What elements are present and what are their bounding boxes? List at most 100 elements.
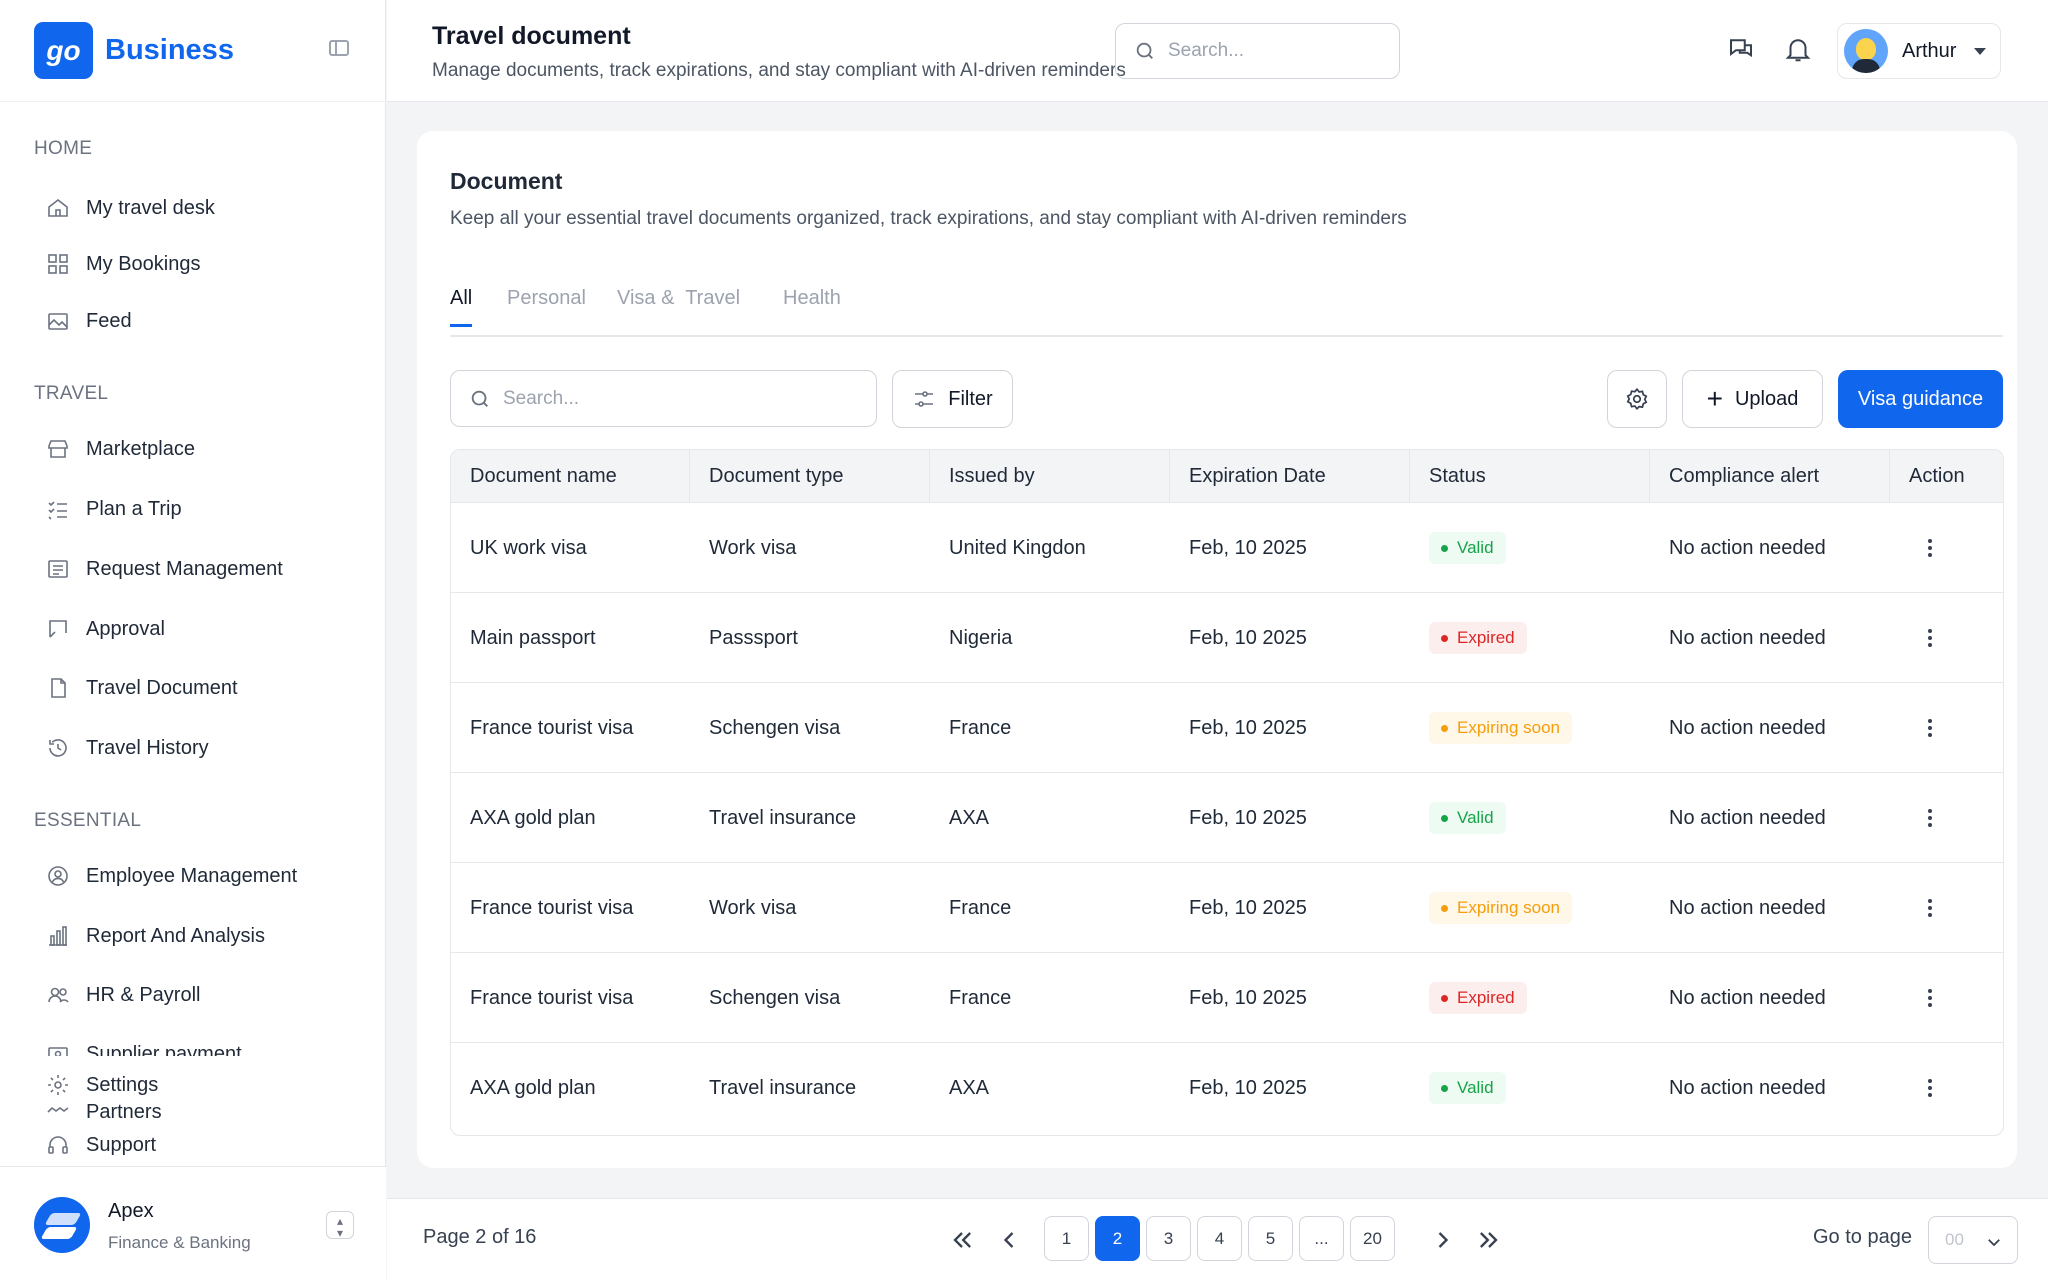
user-menu[interactable]: Arthur [1837,23,2001,79]
brand-logo[interactable]: go [34,22,93,79]
cell-issued-by: AXA [949,807,990,829]
sidebar-item-approval[interactable]: Approval [46,611,165,647]
cell-issued-by: Nigeria [949,627,1013,649]
user-name: Arthur [1902,39,1957,62]
goto-label: Go to page [1813,1226,1912,1248]
sidebar-scroll-clip-2: Partners [0,1104,386,1120]
sidebar-item-plan-a-trip[interactable]: Plan a Trip [46,491,182,527]
first-page-icon[interactable] [948,1226,976,1254]
prev-page-icon[interactable] [995,1226,1023,1254]
document-search-input[interactable] [503,387,703,410]
history-icon [46,736,70,760]
users-icon [46,983,70,1007]
last-page-icon[interactable] [1475,1226,1503,1254]
column-header[interactable]: Status [1410,450,1650,503]
sidebar-item-settings[interactable]: Settings [46,1067,158,1103]
column-header: Action [1909,465,1965,487]
sidebar-item-label: Approval [86,617,165,640]
column-header[interactable]: Compliance alert [1650,450,1890,503]
cell-expiration-date: Feb, 10 2025 [1189,1077,1307,1099]
sidebar-item-support[interactable]: Support [46,1127,156,1163]
sidebar-item-partners[interactable]: Partners [46,1104,162,1120]
cell-document-name: France tourist visa [470,987,634,1009]
column-header[interactable]: Expiration Date [1170,450,1410,503]
sidebar-item-travel-history[interactable]: Travel History [46,730,209,766]
next-page-icon[interactable] [1429,1226,1457,1254]
handshake-icon [46,1104,70,1120]
more-vertical-icon[interactable] [1920,988,1940,1008]
sidebar-item-supplier-payment[interactable]: Supplier payment [46,1036,242,1056]
bell-icon[interactable] [1783,34,1813,64]
page-button[interactable]: 3 [1146,1216,1191,1261]
org-switcher[interactable]: Apex Finance & Banking ▴ ▾ [0,1166,386,1280]
more-vertical-icon[interactable] [1920,718,1940,738]
column-header[interactable]: Document name [451,450,690,503]
cell-document-type: Work visa [709,897,797,919]
goto-page-select[interactable]: 00 [1928,1216,2018,1264]
plus-icon: + [1706,383,1723,414]
cell-document-name: Main passport [470,627,596,649]
cash-icon [46,1042,70,1056]
brand: go Business [0,0,385,102]
column-header[interactable]: Document type [690,450,930,503]
chat-icon[interactable] [1726,34,1756,64]
table-row[interactable]: Main passport Passsport Nigeria Feb, 10 202… [451,593,2003,683]
table-row[interactable]: AXA gold plan Travel insurance AXA Feb, 10 … [451,1043,2003,1133]
table-row[interactable]: France tourist visa Work visa France Feb, 1… [451,863,2003,953]
sidebar-collapse-icon[interactable] [329,40,349,56]
page-button[interactable]: 20 [1350,1216,1395,1261]
org-subtitle: Finance & Banking [108,1233,251,1252]
visa-guidance-button[interactable]: Visa guidance [1838,370,2003,428]
page-button[interactable]: 4 [1197,1216,1242,1261]
gear-icon [46,1073,70,1097]
table-settings-button[interactable] [1607,370,1667,428]
tab-visa-travel[interactable]: Visa & Travel [617,287,740,324]
column-header[interactable]: Issued by [930,450,1170,503]
sidebar-item-label: Travel History [86,736,209,759]
cell-expiration-date: Feb, 10 2025 [1189,807,1307,829]
cell-expiration-date: Feb, 10 2025 [1189,987,1307,1009]
page-button[interactable]: 5 [1248,1216,1293,1261]
goto-value: 00 [1945,1230,1964,1249]
tab-health[interactable]: Health [783,287,841,324]
table-row[interactable]: France tourist visa Schengen visa France Fe… [451,953,2003,1043]
documents-table: Document name Document type Issued by Ex… [450,449,2004,1136]
sidebar-item-my-bookings[interactable]: My Bookings [46,246,201,282]
sidebar-item-request-management[interactable]: Request Management [46,551,283,587]
page-title: Travel document [432,22,631,50]
sidebar-scroll-clip: Supplier payment [0,1036,386,1056]
tab-all[interactable]: All [450,287,473,327]
table-row[interactable]: UK work visa Work visa United Kingdon Feb, … [451,503,2003,593]
page-button[interactable]: 2 [1095,1216,1140,1261]
sidebar-item-feed[interactable]: Feed [46,303,132,339]
sidebar-item-marketplace[interactable]: Marketplace [46,431,195,467]
upload-button[interactable]: + Upload [1682,370,1823,428]
sidebar-item-employee-management[interactable]: Employee Management [46,858,297,894]
more-vertical-icon[interactable] [1920,628,1940,648]
global-search[interactable] [1115,23,1400,79]
approval-icon [46,617,70,641]
sidebar-item-travel-document[interactable]: Travel Document [46,670,238,706]
cell-compliance-alert: No action needed [1669,807,1826,829]
more-vertical-icon[interactable] [1920,538,1940,558]
cell-compliance-alert: No action needed [1669,987,1826,1009]
cell-document-name: UK work visa [470,537,587,559]
more-vertical-icon[interactable] [1920,808,1940,828]
topbar: Travel document Manage documents, track … [387,0,2048,102]
document-search[interactable] [450,370,877,427]
more-vertical-icon[interactable] [1920,1078,1940,1098]
tab-personal[interactable]: Personal [507,287,586,324]
filter-button[interactable]: Filter [892,370,1013,428]
table-row[interactable]: AXA gold plan Travel insurance AXA Feb, 10 … [451,773,2003,863]
cell-issued-by: AXA [949,1077,990,1099]
global-search-input[interactable] [1168,40,1368,62]
status-badge: Valid [1429,532,1506,564]
table-row[interactable]: France tourist visa Schengen visa France Fe… [451,683,2003,773]
chevron-up-down-icon[interactable]: ▴ ▾ [326,1211,354,1239]
page-button[interactable]: 1 [1044,1216,1089,1261]
more-vertical-icon[interactable] [1920,898,1940,918]
sidebar-item-label: Feed [86,309,132,332]
sidebar-item-report-and-analysis[interactable]: Report And Analysis [46,918,265,954]
sidebar-item-hr-payroll[interactable]: HR & Payroll [46,977,200,1013]
sidebar-item-my-travel-desk[interactable]: My travel desk [46,190,215,226]
